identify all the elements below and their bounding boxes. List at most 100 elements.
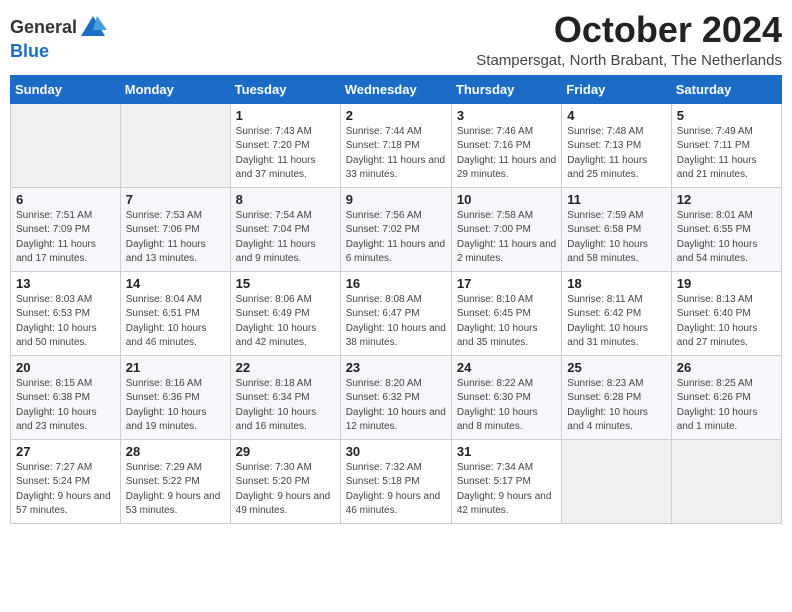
- calendar-cell: 30 Sunrise: 7:32 AM Sunset: 5:18 PM Dayli…: [340, 439, 451, 523]
- calendar-cell: 10 Sunrise: 7:58 AM Sunset: 7:00 PM Dayli…: [451, 187, 561, 271]
- day-number: 11: [567, 192, 665, 207]
- day-number: 12: [677, 192, 776, 207]
- day-info: Sunrise: 7:54 AM Sunset: 7:04 PM Dayligh…: [236, 209, 335, 267]
- calendar-cell: 29 Sunrise: 7:30 AM Sunset: 5:20 PM Dayli…: [230, 439, 340, 523]
- day-number: 22: [236, 360, 335, 375]
- day-info: Sunrise: 7:59 AM Sunset: 6:58 PM Dayligh…: [567, 209, 665, 267]
- calendar-cell: 12Sunrise: 8:01 AM Sunset: 6:55 PM Dayli…: [671, 187, 781, 271]
- calendar-cell: 4 Sunrise: 7:48 AM Sunset: 7:13 PM Daylig…: [562, 103, 671, 187]
- day-number: 25: [567, 360, 665, 375]
- day-number: 31: [457, 444, 556, 459]
- calendar-week-row: 20Sunrise: 8:15 AM Sunset: 6:38 PM Dayli…: [11, 355, 782, 439]
- day-info: Sunrise: 8:11 AM Sunset: 6:42 PM Dayligh…: [567, 293, 665, 351]
- calendar-header-wednesday: Wednesday: [340, 75, 451, 103]
- logo-blue: Blue: [10, 41, 49, 61]
- day-number: 26: [677, 360, 776, 375]
- day-number: 24: [457, 360, 556, 375]
- day-number: 1: [236, 108, 335, 123]
- day-info: Sunrise: 8:20 AM Sunset: 6:32 PM Dayligh…: [346, 377, 446, 435]
- calendar-cell: 9 Sunrise: 7:56 AM Sunset: 7:02 PM Daylig…: [340, 187, 451, 271]
- day-number: 2: [346, 108, 446, 123]
- day-info: Sunrise: 7:43 AM Sunset: 7:20 PM Dayligh…: [236, 125, 335, 183]
- title-area: October 2024 Stampersgat, North Brabant,…: [476, 10, 782, 69]
- day-info: Sunrise: 8:16 AM Sunset: 6:36 PM Dayligh…: [126, 377, 225, 435]
- day-info: Sunrise: 7:49 AM Sunset: 7:11 PM Dayligh…: [677, 125, 776, 183]
- day-number: 16: [346, 276, 446, 291]
- day-number: 30: [346, 444, 446, 459]
- day-number: 27: [16, 444, 115, 459]
- calendar-cell: [671, 439, 781, 523]
- calendar-cell: 15 Sunrise: 8:06 AM Sunset: 6:49 PM Dayli…: [230, 271, 340, 355]
- day-info: Sunrise: 8:03 AM Sunset: 6:53 PM Dayligh…: [16, 293, 115, 351]
- day-number: 15: [236, 276, 335, 291]
- calendar-cell: 6 Sunrise: 7:51 AM Sunset: 7:09 PM Daylig…: [11, 187, 121, 271]
- day-info: Sunrise: 8:13 AM Sunset: 6:40 PM Dayligh…: [677, 293, 776, 351]
- day-number: 8: [236, 192, 335, 207]
- day-info: Sunrise: 7:51 AM Sunset: 7:09 PM Dayligh…: [16, 209, 115, 267]
- day-info: Sunrise: 7:34 AM Sunset: 5:17 PM Dayligh…: [457, 461, 556, 519]
- calendar-cell: 27 Sunrise: 7:27 AM Sunset: 5:24 PM Dayli…: [11, 439, 121, 523]
- day-info: Sunrise: 7:56 AM Sunset: 7:02 PM Dayligh…: [346, 209, 446, 267]
- day-number: 9: [346, 192, 446, 207]
- calendar-header-thursday: Thursday: [451, 75, 561, 103]
- day-info: Sunrise: 8:06 AM Sunset: 6:49 PM Dayligh…: [236, 293, 335, 351]
- calendar-cell: 18 Sunrise: 8:11 AM Sunset: 6:42 PM Dayli…: [562, 271, 671, 355]
- month-title: October 2024: [476, 10, 782, 50]
- subtitle: Stampersgat, North Brabant, The Netherla…: [476, 52, 782, 69]
- calendar-cell: 28 Sunrise: 7:29 AM Sunset: 5:22 PM Dayli…: [120, 439, 230, 523]
- day-info: Sunrise: 7:58 AM Sunset: 7:00 PM Dayligh…: [457, 209, 556, 267]
- calendar-header-saturday: Saturday: [671, 75, 781, 103]
- day-number: 28: [126, 444, 225, 459]
- day-info: Sunrise: 7:29 AM Sunset: 5:22 PM Dayligh…: [126, 461, 225, 519]
- calendar-header-row: SundayMondayTuesdayWednesdayThursdayFrid…: [11, 75, 782, 103]
- calendar-header-friday: Friday: [562, 75, 671, 103]
- day-info: Sunrise: 8:23 AM Sunset: 6:28 PM Dayligh…: [567, 377, 665, 435]
- day-info: Sunrise: 8:10 AM Sunset: 6:45 PM Dayligh…: [457, 293, 556, 351]
- calendar-cell: 19 Sunrise: 8:13 AM Sunset: 6:40 PM Dayli…: [671, 271, 781, 355]
- calendar-cell: [11, 103, 121, 187]
- day-number: 14: [126, 276, 225, 291]
- day-number: 6: [16, 192, 115, 207]
- day-info: Sunrise: 7:32 AM Sunset: 5:18 PM Dayligh…: [346, 461, 446, 519]
- calendar-cell: 16 Sunrise: 8:08 AM Sunset: 6:47 PM Dayli…: [340, 271, 451, 355]
- calendar-cell: 21 Sunrise: 8:16 AM Sunset: 6:36 PM Dayli…: [120, 355, 230, 439]
- day-number: 21: [126, 360, 225, 375]
- calendar-cell: 31 Sunrise: 7:34 AM Sunset: 5:17 PM Dayli…: [451, 439, 561, 523]
- day-number: 5: [677, 108, 776, 123]
- calendar-cell: [562, 439, 671, 523]
- calendar-header-monday: Monday: [120, 75, 230, 103]
- calendar-header-sunday: Sunday: [11, 75, 121, 103]
- day-number: 4: [567, 108, 665, 123]
- calendar-cell: 24Sunrise: 8:22 AM Sunset: 6:30 PM Dayli…: [451, 355, 561, 439]
- calendar-cell: [120, 103, 230, 187]
- day-number: 29: [236, 444, 335, 459]
- day-number: 18: [567, 276, 665, 291]
- day-info: Sunrise: 7:46 AM Sunset: 7:16 PM Dayligh…: [457, 125, 556, 183]
- calendar-week-row: 6 Sunrise: 7:51 AM Sunset: 7:09 PM Daylig…: [11, 187, 782, 271]
- day-info: Sunrise: 8:08 AM Sunset: 6:47 PM Dayligh…: [346, 293, 446, 351]
- calendar-cell: 22 Sunrise: 8:18 AM Sunset: 6:34 PM Dayli…: [230, 355, 340, 439]
- calendar-cell: 8 Sunrise: 7:54 AM Sunset: 7:04 PM Daylig…: [230, 187, 340, 271]
- calendar-cell: 14 Sunrise: 8:04 AM Sunset: 6:51 PM Dayli…: [120, 271, 230, 355]
- day-number: 10: [457, 192, 556, 207]
- day-info: Sunrise: 8:18 AM Sunset: 6:34 PM Dayligh…: [236, 377, 335, 435]
- calendar-cell: 23Sunrise: 8:20 AM Sunset: 6:32 PM Dayli…: [340, 355, 451, 439]
- day-number: 3: [457, 108, 556, 123]
- calendar-cell: 5 Sunrise: 7:49 AM Sunset: 7:11 PM Daylig…: [671, 103, 781, 187]
- calendar-cell: 7Sunrise: 7:53 AM Sunset: 7:06 PM Daylig…: [120, 187, 230, 271]
- calendar-week-row: 1 Sunrise: 7:43 AM Sunset: 7:20 PM Daylig…: [11, 103, 782, 187]
- day-number: 13: [16, 276, 115, 291]
- calendar-header-tuesday: Tuesday: [230, 75, 340, 103]
- logo-general: General: [10, 18, 77, 38]
- day-info: Sunrise: 7:27 AM Sunset: 5:24 PM Dayligh…: [16, 461, 115, 519]
- day-info: Sunrise: 8:25 AM Sunset: 6:26 PM Dayligh…: [677, 377, 776, 435]
- day-info: Sunrise: 7:30 AM Sunset: 5:20 PM Dayligh…: [236, 461, 335, 519]
- day-info: Sunrise: 7:53 AM Sunset: 7:06 PM Dayligh…: [126, 209, 225, 267]
- day-info: Sunrise: 8:04 AM Sunset: 6:51 PM Dayligh…: [126, 293, 225, 351]
- day-info: Sunrise: 7:48 AM Sunset: 7:13 PM Dayligh…: [567, 125, 665, 183]
- day-number: 19: [677, 276, 776, 291]
- calendar-cell: 11 Sunrise: 7:59 AM Sunset: 6:58 PM Dayli…: [562, 187, 671, 271]
- calendar-cell: 1 Sunrise: 7:43 AM Sunset: 7:20 PM Daylig…: [230, 103, 340, 187]
- day-info: Sunrise: 8:15 AM Sunset: 6:38 PM Dayligh…: [16, 377, 115, 435]
- calendar-cell: 26 Sunrise: 8:25 AM Sunset: 6:26 PM Dayli…: [671, 355, 781, 439]
